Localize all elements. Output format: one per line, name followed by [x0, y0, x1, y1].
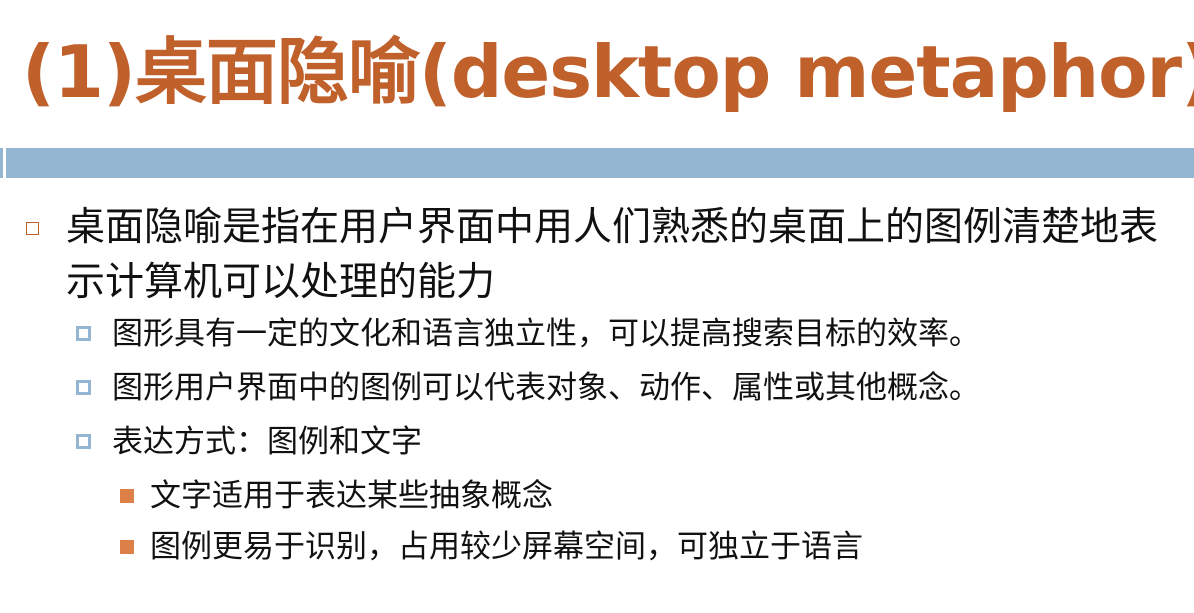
slide-title: (1)桌面隐喻(desktop metaphor): [22, 30, 1194, 114]
accent-band-edge: [0, 148, 3, 178]
filled-square-icon: [120, 489, 134, 503]
framed-square-icon: [76, 380, 91, 395]
filled-square-icon: [120, 540, 134, 554]
framed-square-icon: [76, 326, 91, 341]
bullet-level1-text: 桌面隐喻是指在用户界面中用人们熟悉的桌面上的图例清楚地表示计算机可以处理的能力: [66, 205, 1159, 305]
slide: (1)桌面隐喻(desktop metaphor) 桌面隐喻是指在用户界面中用人…: [0, 0, 1194, 613]
bullet-level2-text: 图形具有一定的文化和语言独立性，可以提高搜索目标的效率。: [112, 316, 980, 352]
bullet-level2-text: 表达方式：图例和文字: [112, 424, 422, 460]
accent-band: [6, 148, 1194, 178]
bullet-level2-text: 图形用户界面中的图例可以代表对象、动作、属性或其他概念。: [112, 370, 980, 406]
framed-square-icon: [76, 434, 91, 449]
hollow-square-icon: [26, 222, 39, 235]
bullet-level3-text: 图例更易于识别，占用较少屏幕空间，可独立于语言: [150, 529, 863, 565]
bullet-level3-text: 文字适用于表达某些抽象概念: [150, 478, 553, 514]
